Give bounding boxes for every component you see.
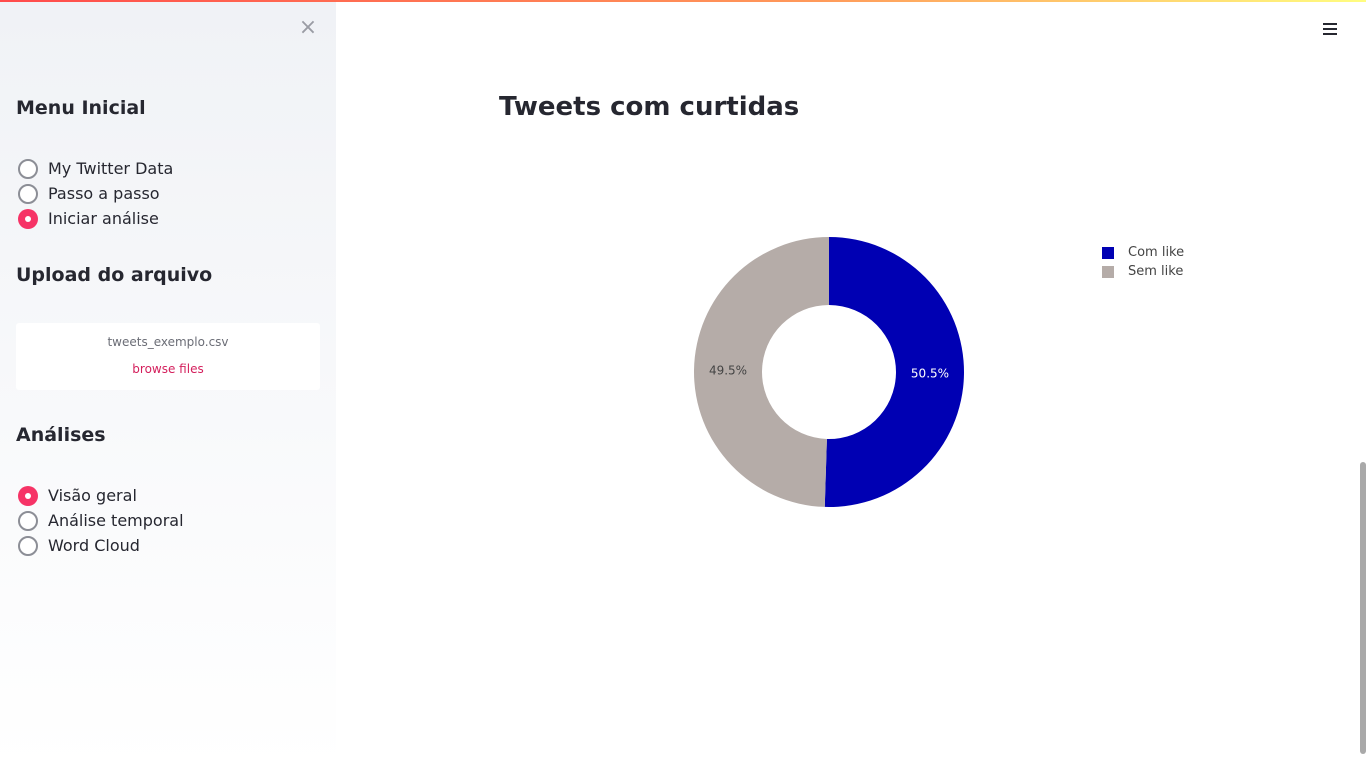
uploaded-filename: tweets_exemplo.csv [107, 335, 229, 349]
legend-item-1[interactable]: Sem like [1102, 262, 1184, 281]
hamburger-menu-icon[interactable] [1320, 20, 1340, 40]
radio-label: Passo a passo [48, 184, 160, 203]
chart-legend: Com like Sem like [1102, 243, 1184, 281]
page-title: Tweets com curtidas [499, 92, 800, 122]
legend-swatch [1102, 246, 1114, 259]
browse-files-link[interactable]: browse files [16, 362, 320, 376]
top-decoration-bar [0, 0, 1366, 2]
close-sidebar-icon[interactable]: × [298, 17, 318, 39]
donut-chart: 50.5% 49.5% [694, 237, 965, 508]
radio-label: Visão geral [48, 486, 137, 505]
radio-circle [18, 510, 38, 531]
radio-circle [18, 208, 38, 229]
radio-circle [18, 535, 38, 556]
slice-label-0: 50.5% [911, 367, 949, 381]
legend-swatch [1102, 265, 1114, 278]
analysis-title: Análises [16, 424, 106, 446]
radio-circle [18, 183, 38, 204]
radio-label: My Twitter Data [48, 159, 174, 178]
file-uploader[interactable]: tweets_exemplo.csv browse files [16, 323, 320, 390]
legend-label: Sem like [1128, 264, 1184, 279]
radio-visao-geral[interactable]: Visão geral [18, 483, 184, 508]
slice-label-1: 49.5% [709, 363, 747, 377]
radio-word-cloud[interactable]: Word Cloud [18, 533, 184, 558]
sidebar: × Menu Inicial My Twitter Data Passo a p… [0, 0, 336, 768]
radio-circle [18, 485, 38, 506]
radio-label: Iniciar análise [48, 209, 159, 228]
radio-label: Análise temporal [48, 511, 184, 530]
menu-radio-group: My Twitter Data Passo a passo Iniciar an… [18, 156, 173, 231]
legend-label: Com like [1128, 245, 1185, 260]
menu-title: Menu Inicial [16, 97, 146, 119]
radio-passo-a-passo[interactable]: Passo a passo [18, 181, 173, 206]
scrollbar-thumb[interactable] [1360, 462, 1366, 754]
radio-analise-temporal[interactable]: Análise temporal [18, 508, 184, 533]
legend-item-0[interactable]: Com like [1102, 243, 1184, 262]
radio-label: Word Cloud [48, 536, 140, 555]
radio-my-twitter-data[interactable]: My Twitter Data [18, 156, 173, 181]
analysis-radio-group: Visão geral Análise temporal Word Cloud [18, 483, 184, 558]
radio-circle [18, 158, 38, 179]
radio-iniciar-analise[interactable]: Iniciar análise [18, 206, 173, 231]
upload-title: Upload do arquivo [16, 264, 213, 286]
